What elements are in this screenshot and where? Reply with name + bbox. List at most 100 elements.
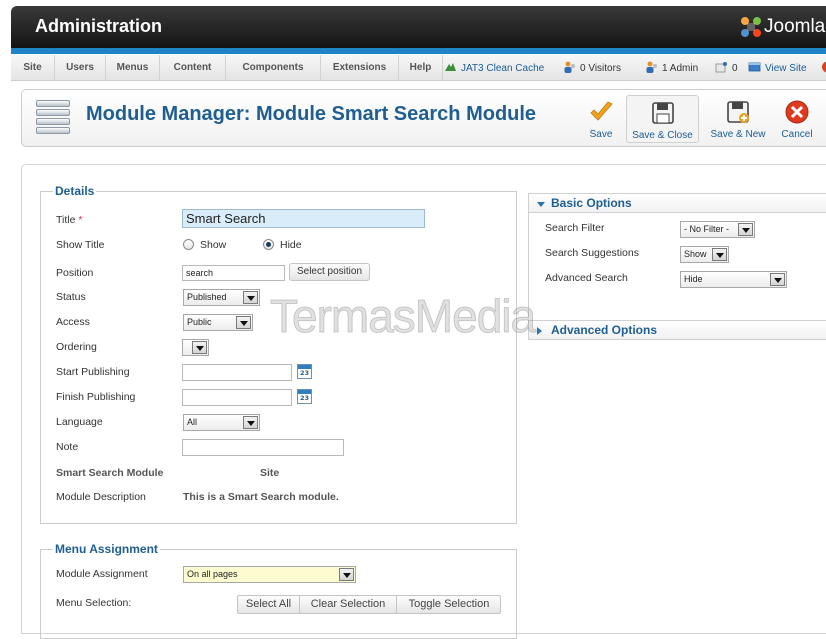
- chevron-down-icon: [738, 223, 753, 236]
- advanced-options-header[interactable]: Advanced Options: [528, 320, 826, 340]
- floppy-disk-icon: [651, 102, 674, 124]
- header-title: Administration: [35, 16, 163, 36]
- view-site-label: View Site: [765, 63, 807, 74]
- language-select[interactable]: All: [183, 414, 260, 431]
- visitors-label: 0 Visitors: [580, 63, 621, 74]
- visitors-icon: [564, 61, 575, 73]
- expand-triangle-icon: [537, 327, 542, 335]
- page-title: Module Manager: Module Smart Search Modu…: [86, 103, 537, 125]
- chevron-down-icon: [339, 568, 354, 581]
- menu-users[interactable]: Users: [55, 55, 106, 81]
- position-input[interactable]: search: [182, 265, 285, 281]
- basic-options-panel: Search Filter - No Filter - Search Sugge…: [528, 213, 826, 317]
- basic-options-title: Basic Options: [551, 196, 632, 210]
- position-label: Position: [56, 267, 94, 279]
- select-all-button[interactable]: Select All: [238, 596, 300, 613]
- finish-publishing-input[interactable]: [182, 389, 292, 406]
- access-label: Access: [56, 316, 90, 328]
- language-value: All: [187, 417, 198, 427]
- admins-status: 1 Admin: [645, 61, 698, 75]
- toggle-selection-button[interactable]: Toggle Selection: [397, 596, 501, 613]
- start-publishing-input[interactable]: [182, 364, 292, 381]
- advanced-search-value: Hide: [684, 274, 703, 284]
- show-title-show-radio[interactable]: [183, 239, 194, 250]
- search-suggestions-select[interactable]: Show: [680, 246, 729, 263]
- menu-menus[interactable]: Menus: [106, 55, 160, 81]
- show-title-hide-label: Hide: [280, 239, 302, 251]
- start-publishing-label: Start Publishing: [56, 366, 130, 378]
- module-assignment-label: Module Assignment: [56, 568, 148, 580]
- ordering-select[interactable]: [182, 339, 209, 356]
- details-legend: Details: [53, 184, 97, 198]
- cancel-icon: [785, 100, 809, 124]
- save-close-button[interactable]: Save & Close: [626, 95, 699, 143]
- chevron-down-icon: [236, 316, 251, 329]
- logout-status[interactable]: [821, 61, 826, 75]
- checkmark-icon: [590, 101, 613, 121]
- admin-header: Administration Joomla!: [11, 6, 826, 48]
- menu-help[interactable]: Help: [399, 55, 443, 81]
- chevron-down-icon: [712, 248, 727, 261]
- advanced-search-select[interactable]: Hide: [680, 271, 787, 288]
- chevron-down-icon: [192, 341, 207, 354]
- show-title-hide-radio[interactable]: [263, 239, 274, 250]
- title-label: Title *: [56, 214, 83, 226]
- save-close-label: Save & Close: [632, 130, 693, 141]
- module-assignment-value: On all pages: [187, 569, 238, 579]
- advanced-search-label: Advanced Search: [545, 272, 628, 284]
- show-title-label: Show Title: [56, 239, 105, 251]
- save-new-label: Save & New: [710, 129, 766, 140]
- start-calendar-icon[interactable]: 23: [297, 364, 312, 379]
- search-filter-select[interactable]: - No Filter -: [680, 221, 755, 238]
- ordering-label: Ordering: [56, 341, 97, 353]
- status-select[interactable]: Published: [183, 289, 260, 306]
- show-title-show-label: Show: [200, 239, 227, 251]
- menu-site[interactable]: Site: [11, 55, 55, 81]
- module-description-label: Module Description: [56, 491, 146, 503]
- menu-extensions[interactable]: Extensions: [321, 55, 399, 81]
- joomla-logo[interactable]: Joomla!: [734, 14, 826, 40]
- chevron-down-icon: [770, 273, 785, 286]
- save-button[interactable]: Save: [582, 95, 620, 143]
- access-value: Public: [187, 317, 212, 327]
- visitors-status: 0 Visitors: [563, 61, 621, 75]
- save-label: Save: [589, 129, 613, 140]
- search-suggestions-value: Show: [684, 249, 707, 259]
- module-assignment-select[interactable]: On all pages: [183, 566, 356, 583]
- finish-calendar-icon[interactable]: 23: [297, 389, 312, 404]
- basic-options-header[interactable]: Basic Options: [528, 193, 826, 213]
- module-manager-icon: [34, 98, 72, 138]
- save-new-button[interactable]: Save & New: [706, 95, 770, 143]
- main-menu-bar: Site Users Menus Content Components Exte…: [11, 55, 826, 81]
- floppy-disk-plus-icon: [727, 101, 749, 123]
- menu-content[interactable]: Content: [160, 55, 226, 81]
- messages-icon: [715, 62, 727, 73]
- messages-count: 0: [732, 63, 738, 74]
- main-content: Details Title * Smart Search Show Title …: [21, 164, 826, 639]
- clear-selection-button[interactable]: Clear Selection: [300, 596, 397, 613]
- view-site-link[interactable]: View Site: [748, 61, 807, 75]
- title-input[interactable]: Smart Search: [182, 209, 425, 228]
- view-site-icon: [748, 62, 761, 72]
- chevron-down-icon: [243, 416, 258, 429]
- joomla-logo-icon: [741, 17, 761, 37]
- note-input[interactable]: [182, 439, 344, 456]
- module-type: Smart Search Module: [56, 467, 164, 479]
- clean-cache-link[interactable]: JAT3 Clean Cache: [444, 61, 544, 75]
- menu-assignment-legend: Menu Assignment: [53, 542, 160, 556]
- menu-selection-buttons: Select All Clear Selection Toggle Select…: [237, 595, 501, 614]
- cancel-label: Cancel: [781, 129, 813, 140]
- logout-icon: [822, 61, 826, 73]
- cancel-button[interactable]: Cancel: [775, 95, 819, 143]
- search-filter-value: - No Filter -: [684, 224, 729, 234]
- module-description-value: This is a Smart Search module.: [183, 491, 339, 503]
- messages-status[interactable]: 0: [715, 61, 738, 75]
- finish-publishing-label: Finish Publishing: [56, 391, 136, 403]
- menu-components[interactable]: Components: [226, 55, 321, 81]
- search-suggestions-label: Search Suggestions: [545, 247, 639, 259]
- select-position-button[interactable]: Select position: [289, 263, 370, 281]
- access-select[interactable]: Public: [183, 314, 253, 331]
- collapse-triangle-icon: [537, 202, 545, 207]
- clean-cache-label: JAT3 Clean Cache: [461, 63, 545, 74]
- details-fieldset: Details Title * Smart Search Show Title …: [40, 184, 517, 524]
